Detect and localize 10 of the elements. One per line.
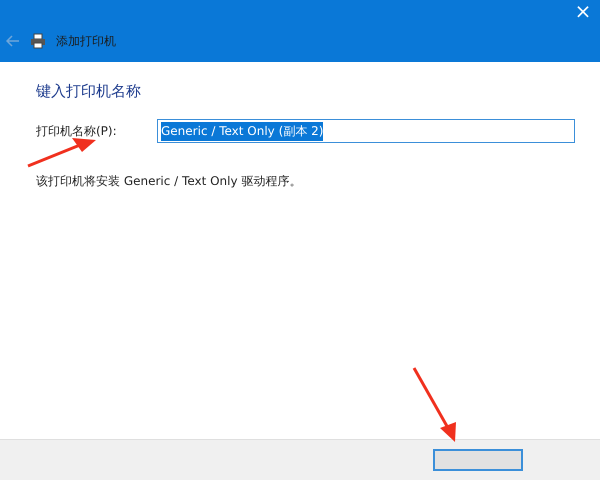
dialog-button[interactable] bbox=[433, 449, 523, 471]
printer-name-field[interactable]: Generic / Text Only (副本 2) bbox=[157, 119, 575, 143]
printer-icon bbox=[30, 33, 46, 49]
driver-description: 该打印机将安装 Generic / Text Only 驱动程序。 bbox=[36, 173, 302, 190]
back-arrow-icon[interactable] bbox=[6, 35, 20, 47]
page-heading: 键入打印机名称 bbox=[36, 82, 142, 101]
field-label: 打印机名称(P): bbox=[36, 122, 118, 140]
annotation-arrow bbox=[27, 138, 96, 168]
window-title: 添加打印机 bbox=[56, 32, 116, 50]
close-button[interactable]: × bbox=[566, 0, 600, 22]
